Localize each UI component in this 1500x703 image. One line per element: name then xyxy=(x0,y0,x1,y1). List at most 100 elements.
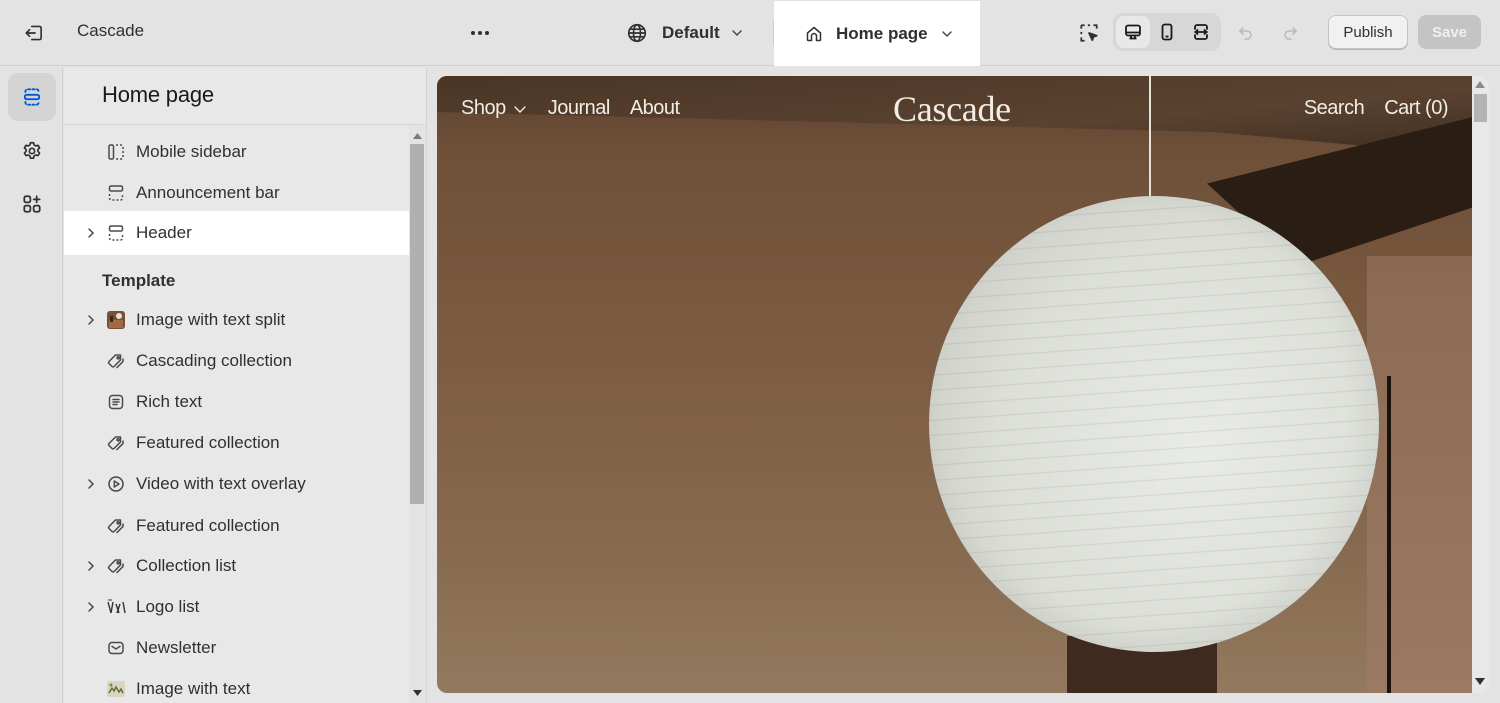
store-logo[interactable]: Cascade xyxy=(893,88,1011,130)
section-item-header[interactable]: Header xyxy=(64,211,409,255)
inspector-icon xyxy=(1078,22,1100,44)
chevron-down-icon xyxy=(730,26,744,40)
section-item-video-with-text-overlay[interactable]: Video with text overlay xyxy=(64,463,409,505)
sidebar-section-icon xyxy=(105,141,127,163)
template-group-label: Template xyxy=(102,271,176,290)
section-item-label: Cascading collection xyxy=(136,351,292,370)
store-nav-right: Search Cart (0) xyxy=(1304,97,1449,120)
desktop-icon xyxy=(1123,22,1143,42)
section-item-image-with-text[interactable]: Image with text xyxy=(64,668,409,703)
store-preview-frame: Shop Journal About Cascade Search Cart (… xyxy=(437,76,1489,693)
section-item-label: Newsletter xyxy=(136,638,217,657)
exit-button[interactable] xyxy=(20,19,48,47)
device-mode-toggle xyxy=(1113,13,1221,51)
scrollbar-thumb[interactable] xyxy=(1474,94,1487,122)
publish-button[interactable]: Publish xyxy=(1328,15,1408,49)
image-thumbnail-icon xyxy=(105,678,127,700)
store-search-link[interactable]: Search xyxy=(1304,97,1365,120)
preview-scrollbar[interactable] xyxy=(1472,76,1489,693)
apps-add-icon xyxy=(21,193,43,215)
undo-icon xyxy=(1236,23,1256,43)
chevron-right-icon[interactable] xyxy=(84,600,98,614)
section-item-logo-list[interactable]: Logo list xyxy=(64,586,409,628)
scroll-down-arrow-icon[interactable] xyxy=(412,687,423,699)
store-nav-about[interactable]: About xyxy=(630,97,680,120)
rail-apps-button[interactable] xyxy=(8,180,56,228)
sidebar-scrollbar[interactable] xyxy=(409,126,426,703)
section-item-featured-collection[interactable]: Featured collection xyxy=(64,505,409,547)
chevron-right-icon[interactable] xyxy=(84,477,98,491)
redo-icon xyxy=(1280,23,1300,43)
tag-icon xyxy=(105,350,127,372)
section-item-cascading-collection[interactable]: Cascading collection xyxy=(64,340,409,382)
lantern-ribs xyxy=(929,196,1379,652)
desktop-mode-button[interactable] xyxy=(1116,16,1150,48)
section-item-announcement-bar[interactable]: Announcement bar xyxy=(64,172,409,214)
chevron-down-icon xyxy=(940,27,954,41)
store-name: Cascade xyxy=(77,21,145,40)
section-item-label: Logo list xyxy=(136,597,200,616)
store-nav-shop-label: Shop xyxy=(461,97,506,119)
redo-button[interactable] xyxy=(1276,19,1304,47)
store-preview[interactable]: Shop Journal About Cascade Search Cart (… xyxy=(437,76,1472,693)
section-item-label: Header xyxy=(136,223,192,242)
sidebar-title: Home page xyxy=(102,82,214,107)
globe-icon xyxy=(626,22,648,44)
full-width-mode-button[interactable] xyxy=(1184,16,1218,48)
play-circle-icon xyxy=(105,473,127,495)
section-item-collection-list[interactable]: Collection list xyxy=(64,545,409,587)
section-item-label: Image with text xyxy=(136,679,251,698)
chevron-right-icon[interactable] xyxy=(84,559,98,573)
home-icon xyxy=(804,24,824,44)
hero-image-post xyxy=(1387,376,1391,693)
tag-icon xyxy=(105,432,127,454)
header-section-icon xyxy=(105,182,127,204)
section-item-label: Mobile sidebar xyxy=(136,142,247,161)
section-list: Mobile sidebar Announcement bar Header T… xyxy=(64,126,409,703)
tag-icon xyxy=(105,515,127,537)
chevron-right-icon[interactable] xyxy=(84,226,98,240)
more-actions-button[interactable] xyxy=(465,20,495,46)
page-selector[interactable]: Home page xyxy=(774,1,980,66)
page-selector-label: Home page xyxy=(836,23,928,43)
gear-icon xyxy=(21,140,43,162)
section-item-label: Featured collection xyxy=(136,516,280,535)
envelope-icon xyxy=(105,637,127,659)
scrollbar-thumb[interactable] xyxy=(410,144,424,504)
section-item-image-with-text-split[interactable]: Image with text split xyxy=(64,299,409,341)
editor-top-bar: Cascade Default Home page Publish Save xyxy=(0,0,1500,66)
image-thumbnail-icon xyxy=(105,309,127,331)
hero-image-lantern xyxy=(929,196,1379,652)
section-item-rich-text[interactable]: Rich text xyxy=(64,381,409,423)
section-item-label: Featured collection xyxy=(136,433,280,452)
full-width-icon xyxy=(1191,22,1211,42)
rail-sections-button[interactable] xyxy=(8,73,56,121)
undo-button[interactable] xyxy=(1232,19,1260,47)
store-nav-left: Shop Journal About xyxy=(461,97,680,120)
section-item-mobile-sidebar[interactable]: Mobile sidebar xyxy=(64,131,409,173)
section-item-label: Video with text overlay xyxy=(136,474,306,493)
scroll-down-arrow-icon[interactable] xyxy=(1475,678,1485,685)
inspector-toggle[interactable] xyxy=(1075,19,1103,47)
scroll-up-arrow-icon[interactable] xyxy=(1475,81,1485,88)
section-item-newsletter[interactable]: Newsletter xyxy=(64,627,409,669)
scroll-up-arrow-icon[interactable] xyxy=(412,130,423,142)
chevron-right-icon[interactable] xyxy=(84,313,98,327)
rail-theme-settings-button[interactable] xyxy=(8,127,56,175)
theme-selector[interactable]: Default xyxy=(626,17,744,49)
logo-thumbnail-icon xyxy=(105,596,127,618)
sections-icon xyxy=(21,86,43,108)
store-cart-link[interactable]: Cart (0) xyxy=(1384,97,1448,120)
save-button[interactable]: Save xyxy=(1418,15,1481,49)
tag-icon xyxy=(105,555,127,577)
section-item-label: Image with text split xyxy=(136,310,286,329)
section-item-label: Announcement bar xyxy=(136,183,280,202)
sidebar-header: Home page xyxy=(64,67,426,125)
store-nav-shop[interactable]: Shop xyxy=(461,97,528,120)
hero-image-lantern-cord xyxy=(1149,76,1151,201)
section-item-featured-collection[interactable]: Featured collection xyxy=(64,422,409,464)
hero-image-wall xyxy=(1367,256,1472,693)
mobile-mode-button[interactable] xyxy=(1150,16,1184,48)
left-rail xyxy=(0,67,63,703)
store-nav-journal[interactable]: Journal xyxy=(548,97,611,120)
